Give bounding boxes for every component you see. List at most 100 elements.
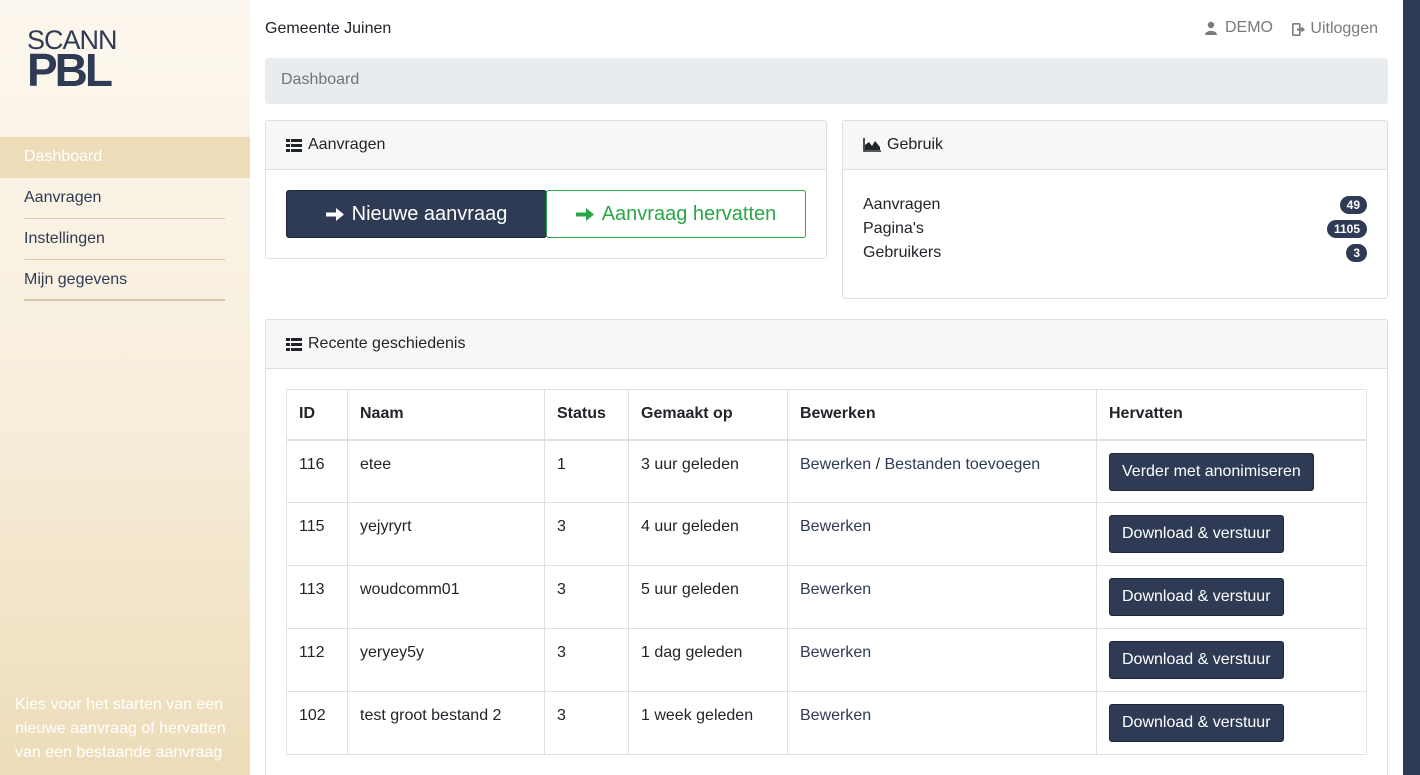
cell-bewerken: Bewerken (787, 565, 1097, 629)
sidebar: SCANN PBL Dashboard Aanvragen Instelling… (0, 0, 250, 775)
top-bar: Gemeente Juinen DEMO Uitloggen (265, 18, 1388, 42)
usage-row-aanvragen: Aanvragen 49 (863, 193, 1367, 217)
count-badge: 3 (1346, 244, 1367, 262)
logout-label: Uitloggen (1310, 20, 1378, 37)
history-table-wrapper: ID Naam Status Gemaakt op Bewerken Herva… (286, 389, 1367, 755)
usage-row-gebruikers: Gebruikers 3 (863, 241, 1367, 265)
card-title: Aanvragen (308, 136, 386, 153)
column-header-id: ID (286, 389, 348, 441)
breadcrumb: Dashboard (265, 58, 1388, 104)
gebruik-card: Gebruik Aanvragen 49 Pagina's 1105 Gebru… (842, 120, 1388, 299)
download-send-button[interactable]: Download & verstuur (1109, 515, 1284, 553)
user-menu[interactable]: DEMO (1205, 19, 1273, 37)
column-header-naam: Naam (347, 389, 545, 441)
sidebar-item-instellingen[interactable]: Instellingen (0, 219, 250, 260)
sidebar-item-mijn-gegevens[interactable]: Mijn gegevens (0, 260, 250, 301)
aanvragen-card-header: Aanvragen (266, 121, 826, 170)
list-icon (286, 138, 302, 152)
count-badge: 49 (1339, 196, 1367, 214)
cell-gemaakt-op: 3 uur geleden (628, 439, 788, 503)
sign-out-icon (1292, 22, 1306, 36)
sidebar-item-dashboard[interactable]: Dashboard (0, 137, 250, 178)
aanvragen-card: Aanvragen Nieuwe aanvraag Aanvraag herva… (265, 120, 827, 259)
cell-hervatten: Verder met anonimiseren (1096, 439, 1367, 503)
edit-link[interactable]: Bewerken (800, 581, 871, 598)
gebruik-card-header: Gebruik (843, 121, 1387, 170)
resume-request-button[interactable]: Aanvraag hervatten (546, 190, 806, 238)
user-name: DEMO (1225, 19, 1273, 36)
cell-gemaakt-op: 5 uur geleden (628, 565, 788, 629)
card-title: Gebruik (887, 136, 944, 153)
cell-id: 112 (286, 628, 348, 692)
cell-bewerken: Bewerken / Bestanden toevoegen (787, 439, 1097, 503)
recent-history-card: Recente geschiedenis ID Naam Status Gema… (265, 319, 1388, 775)
table-row: 115 yejyryrt 3 4 uur geleden Bewerken Do… (286, 502, 1367, 566)
sidebar-hint: Kies voor het starten van een nieuwe aan… (15, 696, 226, 761)
cell-naam: yeryey5y (347, 628, 545, 692)
cell-naam: woudcomm01 (347, 565, 545, 629)
table-row: 112 yeryey5y 3 1 dag geleden Bewerken Do… (286, 628, 1367, 692)
download-send-button[interactable]: Download & verstuur (1109, 704, 1284, 742)
table-row: 113 woudcomm01 3 5 uur geleden Bewerken … (286, 565, 1367, 629)
logout-link[interactable]: Uitloggen (1292, 20, 1378, 38)
user-icon (1205, 21, 1217, 35)
cell-gemaakt-op: 1 dag geleden (628, 628, 788, 692)
button-label: Nieuwe aanvraag (351, 202, 508, 225)
cell-status: 1 (544, 439, 629, 503)
cell-naam: yejyryrt (347, 502, 545, 566)
list-icon (286, 337, 302, 351)
cell-status: 3 (544, 628, 629, 692)
cell-id: 115 (286, 502, 348, 566)
cell-status: 3 (544, 502, 629, 566)
cell-naam: etee (347, 439, 545, 503)
cell-naam: test groot bestand 2 (347, 691, 545, 755)
sidebar-item-aanvragen[interactable]: Aanvragen (0, 178, 250, 219)
count-badge: 1105 (1326, 220, 1367, 238)
sidebar-item-label: Aanvragen (24, 189, 102, 206)
cell-hervatten: Download & verstuur (1096, 565, 1367, 629)
new-request-button[interactable]: Nieuwe aanvraag (286, 190, 547, 238)
cell-id: 116 (286, 439, 348, 503)
cell-bewerken: Bewerken (787, 691, 1097, 755)
app-logo[interactable]: SCANN PBL (27, 27, 127, 96)
table-row: 116 etee 1 3 uur geleden Bewerken / Best… (286, 439, 1367, 503)
edit-link[interactable]: Bewerken (800, 456, 871, 473)
sidebar-item-label: Instellingen (24, 230, 105, 247)
link-separator: / (871, 455, 885, 473)
edit-link[interactable]: Bewerken (800, 707, 871, 724)
download-send-button[interactable]: Download & verstuur (1109, 578, 1284, 616)
add-files-link[interactable]: Bestanden toevoegen (885, 456, 1041, 473)
right-edge-bar (1403, 0, 1420, 775)
arrow-right-icon (575, 207, 594, 221)
column-header-gemaakt-op: Gemaakt op (628, 389, 788, 441)
usage-label: Gebruikers (863, 244, 942, 261)
cell-status: 3 (544, 565, 629, 629)
table-row: 102 test groot bestand 2 3 1 week gelede… (286, 691, 1367, 755)
download-send-button[interactable]: Download & verstuur (1109, 641, 1284, 679)
cell-hervatten: Download & verstuur (1096, 502, 1367, 566)
cell-gemaakt-op: 1 week geleden (628, 691, 788, 755)
edit-link[interactable]: Bewerken (800, 518, 871, 535)
column-header-bewerken: Bewerken (787, 389, 1097, 441)
recent-history-card-header: Recente geschiedenis (266, 320, 1387, 369)
cell-id: 102 (286, 691, 348, 755)
continue-anonymize-button[interactable]: Verder met anonimiseren (1109, 452, 1314, 491)
column-header-hervatten: Hervatten (1096, 389, 1367, 441)
button-label: Aanvraag hervatten (601, 202, 777, 225)
cell-bewerken: Bewerken (787, 502, 1097, 566)
column-header-status: Status (544, 389, 629, 441)
area-chart-icon (863, 138, 881, 152)
usage-label: Aanvragen (863, 196, 941, 213)
logo-line2: PBL (27, 44, 113, 96)
arrow-right-icon (325, 207, 344, 221)
cell-id: 113 (286, 565, 348, 629)
history-table: ID Naam Status Gemaakt op Bewerken Herva… (286, 389, 1367, 755)
edit-link[interactable]: Bewerken (800, 644, 871, 661)
cell-hervatten: Download & verstuur (1096, 628, 1367, 692)
usage-row-paginas: Pagina's 1105 (863, 217, 1367, 241)
organization-name: Gemeente Juinen (265, 20, 392, 37)
sidebar-nav: Dashboard Aanvragen Instellingen Mijn ge… (0, 137, 250, 301)
cell-bewerken: Bewerken (787, 628, 1097, 692)
sidebar-item-label: Dashboard (24, 148, 103, 165)
sidebar-item-label: Mijn gegevens (24, 271, 128, 288)
